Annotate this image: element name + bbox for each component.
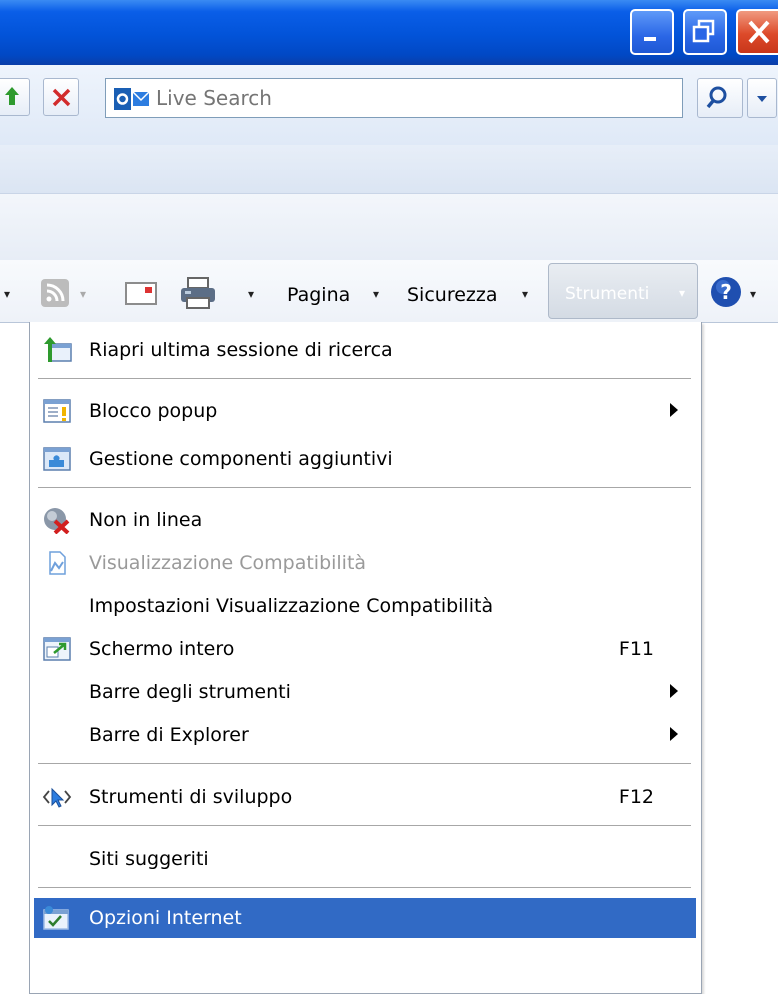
menu-item-full-screen[interactable]: Schermo intero F11: [34, 629, 696, 669]
minimize-button[interactable]: [630, 9, 674, 55]
address-toolbar: [0, 65, 778, 146]
menu-separator: [38, 887, 691, 889]
menu-item-explorer-bars[interactable]: Barre di Explorer: [34, 715, 696, 755]
minimize-icon: [644, 37, 656, 41]
submenu-arrow-icon: [670, 684, 678, 698]
reopen-session-icon: [44, 337, 72, 362]
print-icon[interactable]: [178, 276, 218, 310]
menu-item-internet-options[interactable]: Opzioni Internet: [34, 898, 696, 938]
menu-item-suggested-sites[interactable]: Siti suggeriti: [34, 839, 696, 879]
search-go-button[interactable]: [697, 78, 743, 118]
live-search-provider-icon: [114, 88, 150, 110]
chevron-down-icon: ▾: [522, 287, 529, 301]
search-box: [105, 78, 683, 118]
tab-bar: [0, 194, 778, 260]
chevron-down-icon[interactable]: ▾: [750, 287, 756, 301]
menu-separator: [38, 825, 691, 827]
menu-separator: [38, 378, 691, 380]
fullscreen-icon: [43, 637, 71, 661]
submenu-arrow-icon: [670, 727, 678, 741]
search-input[interactable]: [156, 83, 666, 113]
read-mail-icon[interactable]: [124, 281, 160, 307]
close-icon: [748, 20, 770, 44]
command-bar: ▾ ▾ ▾ Pagina ▾ Sicurezza ▾ Strumenti ▾ ?…: [0, 260, 778, 323]
menu-separator: [38, 763, 691, 765]
submenu-arrow-icon: [670, 403, 678, 417]
title-bar: [0, 0, 778, 65]
shortcut-label: F11: [618, 638, 654, 660]
refresh-button[interactable]: [0, 78, 30, 116]
search-icon: [706, 86, 727, 109]
menu-item-toolbars[interactable]: Barre degli strumenti: [34, 672, 696, 712]
close-window-button[interactable]: [736, 9, 778, 55]
tools-menu-label: Strumenti: [565, 284, 650, 304]
tools-dropdown-menu: Riapri ultima sessione di ricerca Blocco…: [29, 322, 702, 994]
feeds-icon[interactable]: [40, 278, 70, 308]
chevron-down-icon: [757, 96, 767, 102]
menu-item-reopen-last-session[interactable]: Riapri ultima sessione di ricerca: [34, 330, 696, 370]
refresh-icon: [5, 87, 19, 105]
svg-text:?: ?: [720, 280, 732, 304]
restore-button[interactable]: [683, 9, 727, 55]
menu-item-compatibility-view-settings[interactable]: Impostazioni Visualizzazione Compatibili…: [34, 586, 696, 626]
restore-icon: [692, 19, 715, 43]
help-icon[interactable]: ?: [709, 275, 743, 309]
favorites-bar: [0, 145, 778, 194]
chevron-down-icon[interactable]: ▾: [4, 287, 10, 301]
compatibility-view-icon: [49, 551, 66, 575]
offline-icon: [44, 508, 70, 534]
shortcut-label: F12: [618, 786, 654, 808]
stop-button[interactable]: [43, 78, 79, 116]
menu-item-popup-blocker[interactable]: Blocco popup: [34, 391, 696, 431]
chevron-down-icon: ▾: [679, 286, 686, 300]
menu-item-work-offline[interactable]: Non in linea: [34, 500, 696, 540]
menu-item-compatibility-view[interactable]: Visualizzazione Compatibilità: [34, 543, 696, 583]
safety-menu-button[interactable]: Sicurezza: [407, 284, 498, 306]
tools-menu-button[interactable]: Strumenti ▾: [548, 263, 698, 319]
menu-item-developer-tools[interactable]: Strumenti di sviluppo F12: [34, 777, 696, 817]
page-menu-button[interactable]: Pagina: [287, 284, 350, 306]
popup-blocker-icon: [43, 399, 71, 423]
menu-item-manage-addons[interactable]: Gestione componenti aggiuntivi: [34, 439, 696, 479]
chevron-down-icon[interactable]: ▾: [80, 287, 86, 301]
addons-icon: [43, 447, 71, 471]
stop-icon: [52, 88, 71, 107]
search-options-button[interactable]: [747, 78, 777, 118]
developer-tools-icon: [42, 787, 72, 808]
menu-separator: [38, 487, 691, 489]
internet-options-icon: [43, 906, 69, 930]
chevron-down-icon: ▾: [373, 287, 380, 301]
chevron-down-icon[interactable]: ▾: [248, 287, 254, 301]
